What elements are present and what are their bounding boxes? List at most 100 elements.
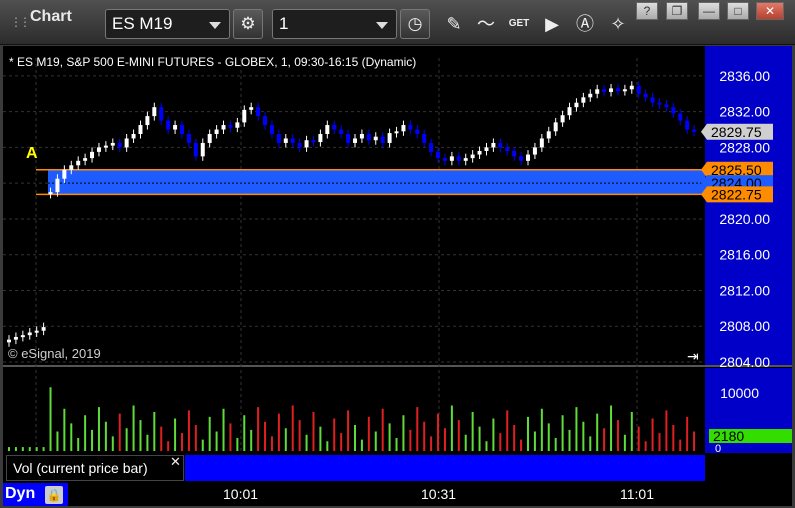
volume-bar [264,421,267,451]
candle-body [34,330,39,333]
volume-bar [201,439,204,451]
volume-bar [340,433,343,451]
candle-body [664,104,669,108]
volume-bar [312,412,315,451]
close-study-icon[interactable]: ✕ [170,454,181,470]
volume-bar [513,425,516,451]
play-icon[interactable]: ▶ [538,10,566,38]
volume-bar [471,412,474,451]
price-tick-label: 2836.00 [719,68,770,84]
volume-bar [111,436,114,451]
scroll-to-end-icon[interactable]: ⇥ [687,348,699,365]
candle-body [27,332,32,336]
candle-body [256,107,261,117]
restore-label: ❐ [671,4,683,18]
candle-body [678,113,683,121]
time-axis[interactable] [3,483,792,506]
pin-icon[interactable]: ✧ [604,10,632,38]
chevron-down-icon[interactable] [209,22,221,29]
volume-bar [250,429,253,451]
candle-body [173,125,178,130]
volume-bar [402,415,405,451]
maximize-button[interactable]: □ [727,2,749,20]
candle-body [526,154,530,161]
candle-body [588,93,593,98]
candle-body [110,142,115,146]
volume-bar [243,415,246,451]
symbol-value: ES M19 [112,14,173,33]
drag-grip-icon[interactable]: ⋮⋮ [10,15,31,29]
volume-bar [533,431,536,451]
volume-bar [354,425,356,451]
volume-bar [603,428,606,451]
price-chart-svg[interactable]: 2836.002832.002828.002824.002820.002816.… [3,46,792,483]
volume-bar [208,416,211,451]
volume-bar [616,420,619,451]
candle-body [366,134,371,141]
volume-bar [333,418,336,451]
candle-body [401,125,406,132]
candle-body [629,85,634,90]
volume-bar [527,416,529,451]
volume-bar [582,421,585,451]
volume-bar [139,420,142,451]
minimize-button[interactable]: — [698,2,720,20]
volume-bar [118,413,121,451]
volume-bar [91,429,94,451]
candle-body [145,116,150,126]
candle-body [685,120,690,130]
candle-body [415,129,420,134]
volume-bar [84,415,87,451]
interval-value: 1 [279,14,289,33]
volume-bar [305,434,308,451]
volume-bar [97,407,100,451]
volume-bar [464,434,467,451]
candle-body [692,129,697,132]
candle-body [353,138,357,143]
last-price-tag: 2829.75 [711,124,762,140]
time-label: 10:31 [421,486,457,502]
close-button[interactable]: ✕ [756,2,784,20]
volume-bar [610,405,613,451]
candle-body [304,140,309,148]
restore-button[interactable]: ❐ [666,2,688,20]
alert-icon[interactable]: Ⓐ [571,10,599,38]
candle-body [470,154,475,159]
chevron-down-icon[interactable] [376,22,388,29]
candle-body [41,327,46,331]
candle-body [76,160,81,166]
help-label: ? [643,4,651,18]
interval-input[interactable]: 1 [272,9,397,39]
pencil-icon[interactable]: ✎ [440,10,468,38]
volume-bar [423,421,426,451]
get-icon[interactable]: GET [505,10,533,38]
studies-icon[interactable]: 〜 [472,10,500,38]
candle-body [90,151,95,159]
candle-body [318,134,323,143]
gear-icon[interactable]: ⚙ [233,9,263,39]
candle-body [477,150,482,155]
symbol-input[interactable]: ES M19 [105,9,230,39]
volume-bar [229,423,232,451]
candle-body [103,145,108,148]
volume-bar [8,447,10,451]
volume-bar [125,428,128,451]
candle-body [13,336,18,340]
chart-caption: * ES M19, S&P 500 E-MINI FUTURES - GLOBE… [9,55,417,69]
candle-body [325,125,330,134]
volume-tick-label: 10000 [720,385,759,401]
maximize-label: □ [734,4,742,18]
candle-body [117,142,122,148]
chart-area[interactable]: 2836.002832.002828.002824.002820.002816.… [3,46,792,506]
clock-icon[interactable]: ◷ [400,9,430,39]
candle-body [449,156,454,161]
candle-body [408,125,413,130]
volume-bar [153,412,156,451]
volume-bar [21,447,24,451]
lock-icon[interactable]: 🔒 [45,486,63,504]
time-label: 10:01 [223,486,259,502]
candle-body [235,122,240,128]
help-button[interactable]: ? [636,2,658,20]
candle-body [456,156,461,161]
candle-body [567,107,572,116]
